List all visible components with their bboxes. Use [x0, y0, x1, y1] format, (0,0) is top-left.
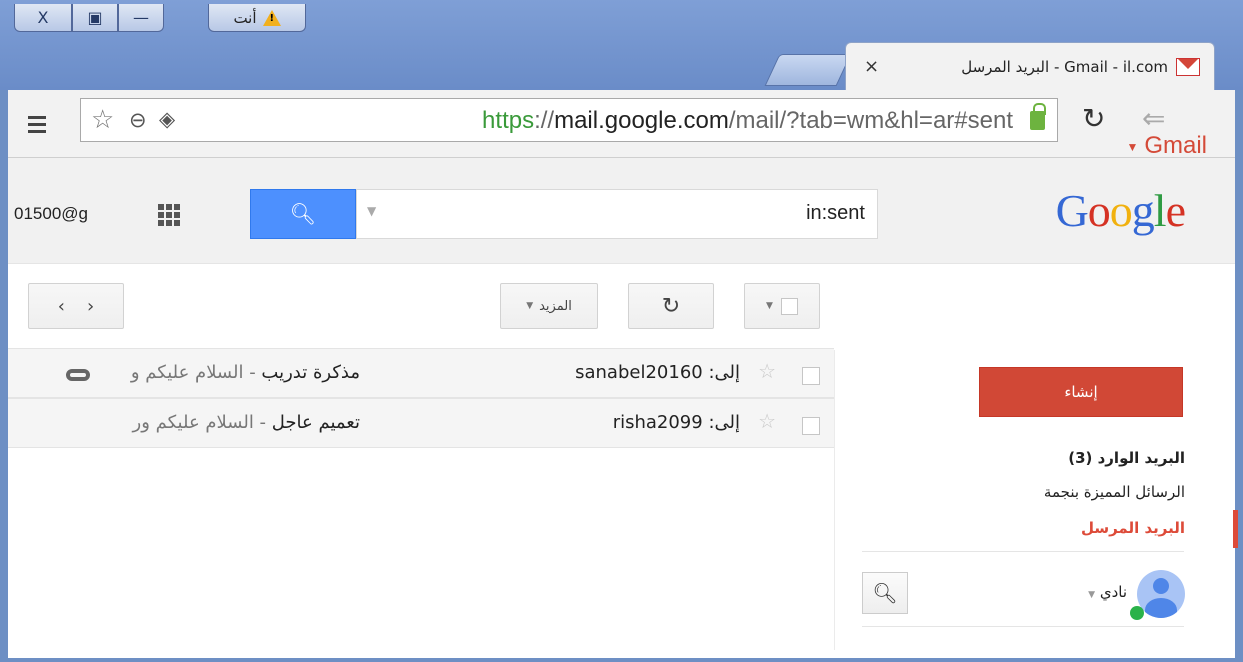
url-separator: :// — [534, 107, 555, 134]
chat-username[interactable]: نادي ▼ — [1088, 583, 1127, 601]
search-button[interactable]: 🔍︎ — [250, 189, 356, 239]
active-item-indicator — [1233, 510, 1238, 548]
message-checkbox[interactable] — [802, 367, 820, 385]
browser-window: X ▣ — أنت ! × البريد المرسل - Gmail - il… — [0, 0, 1243, 662]
profile-button[interactable]: أنت ! — [208, 4, 306, 32]
online-status-icon — [1130, 606, 1144, 620]
gmail-menu-label[interactable]: ▼ Gmail — [1126, 132, 1207, 160]
gmail-favicon-icon — [1176, 57, 1200, 76]
star-icon[interactable]: ☆ — [758, 359, 776, 383]
chat-search-button[interactable]: 🔍︎ — [862, 572, 908, 614]
address-bar[interactable]: ☆ ⊖ ◈ https://mail.google.com/mail/?tab=… — [80, 98, 1058, 142]
bookmark-star-icon[interactable]: ☆ — [91, 105, 114, 135]
reload-icon[interactable]: ↻ — [1082, 102, 1105, 135]
search-icon: 🔍︎ — [872, 581, 898, 605]
google-logo[interactable]: Google — [1056, 184, 1186, 237]
message-subject: مذكرة تدريب — [261, 362, 360, 383]
more-button[interactable]: ▼ المزيد — [500, 283, 598, 329]
window-controls: X ▣ — — [14, 4, 164, 32]
chat-divider-top — [862, 551, 1184, 552]
pagination-buttons: ‹ › — [28, 283, 124, 329]
table-row[interactable]: ☆ إلى: risha2099 تعميم عاجل - السلام علي… — [8, 398, 834, 448]
message-subject-line: مذكرة تدريب - السلام عليكم و — [131, 362, 360, 383]
message-recipient: إلى: risha2099 — [612, 412, 740, 433]
compose-button[interactable]: إنشاء — [979, 367, 1183, 417]
select-all-button[interactable]: ▼ — [744, 283, 820, 329]
message-list: ☆ إلى: sanabel20160 مذكرة تدريب - السلام… — [8, 348, 834, 452]
sidebar-divider — [834, 350, 835, 650]
url-path: /mail/?tab=wm&hl=ar#sent — [728, 107, 1013, 134]
page-action-icon[interactable]: ◈ — [159, 107, 175, 131]
sidebar-item-sent[interactable]: البريد المرسل — [1081, 519, 1185, 537]
search-query: in:sent — [806, 202, 865, 224]
new-tab-button[interactable] — [764, 54, 852, 86]
url-host: mail.google.com — [554, 107, 729, 134]
minimize-window-button[interactable]: — — [118, 4, 164, 32]
lock-icon[interactable] — [1030, 103, 1046, 130]
tab-title: البريد المرسل - Gmail - il.com — [961, 57, 1168, 76]
zoom-icon[interactable]: ⊖ — [129, 108, 147, 132]
table-row[interactable]: ☆ إلى: sanabel20160 مذكرة تدريب - السلام… — [8, 348, 834, 398]
attachment-icon — [66, 369, 90, 381]
tab-close-icon[interactable]: × — [864, 56, 879, 77]
back-arrow-icon[interactable]: ⇐ — [1142, 102, 1165, 135]
gmail-dropdown-icon: ▼ — [1126, 139, 1139, 154]
search-input[interactable]: ▼ in:sent — [356, 189, 878, 239]
menu-icon[interactable] — [28, 116, 46, 137]
more-label: المزيد — [539, 298, 572, 314]
message-subject-line: تعميم عاجل - السلام عليكم ور — [133, 412, 360, 433]
more-chevron-icon: ▼ — [526, 301, 534, 311]
message-checkbox[interactable] — [802, 417, 820, 435]
gmail-label-text: Gmail — [1144, 132, 1207, 159]
message-snippet: - السلام عليكم ور — [132, 412, 272, 433]
refresh-icon: ↻ — [661, 293, 681, 319]
gmail-header: 01500@g 🔍︎ ▼ in:sent Google — [8, 158, 1235, 264]
chat-divider-bottom — [862, 626, 1184, 627]
maximize-window-button[interactable]: ▣ — [72, 4, 118, 32]
browser-toolbar: ☆ ⊖ ◈ https://mail.google.com/mail/?tab=… — [8, 90, 1235, 158]
select-all-checkbox — [780, 297, 798, 315]
search-options-chevron-icon[interactable]: ▼ — [367, 204, 376, 218]
newer-chevron-icon[interactable]: ‹ — [58, 296, 65, 317]
apps-grid-icon[interactable] — [158, 204, 180, 226]
username-text: نادي — [1099, 583, 1127, 601]
star-icon[interactable]: ☆ — [758, 409, 776, 433]
select-chevron-icon: ▼ — [766, 301, 773, 311]
refresh-button[interactable]: ↻ — [628, 283, 714, 329]
title-bar: X ▣ — أنت ! × البريد المرسل - Gmail - il… — [0, 0, 1243, 90]
account-email[interactable]: 01500@g — [14, 204, 88, 224]
profile-label: أنت — [233, 8, 257, 27]
url-scheme: https — [482, 107, 535, 134]
warning-icon: ! — [262, 9, 281, 26]
tab-gmail-sent[interactable]: × البريد المرسل - Gmail - il.com — [845, 42, 1215, 90]
older-chevron-icon[interactable]: › — [87, 296, 94, 317]
message-recipient: إلى: sanabel20160 — [575, 362, 740, 383]
sidebar-item-inbox[interactable]: البريد الوارد (3) — [1068, 449, 1185, 467]
message-snippet: - السلام عليكم و — [130, 362, 262, 383]
url-text[interactable]: https://mail.google.com/mail/?tab=wm&hl=… — [482, 107, 1013, 135]
message-subject: تعميم عاجل — [271, 412, 360, 433]
close-window-button[interactable]: X — [14, 4, 72, 32]
sidebar-item-starred[interactable]: الرسائل المميزة بنجمة — [1044, 483, 1185, 501]
avatar[interactable] — [1137, 570, 1185, 618]
search-icon: 🔍︎ — [289, 201, 317, 226]
status-chevron-icon: ▼ — [1088, 590, 1096, 600]
